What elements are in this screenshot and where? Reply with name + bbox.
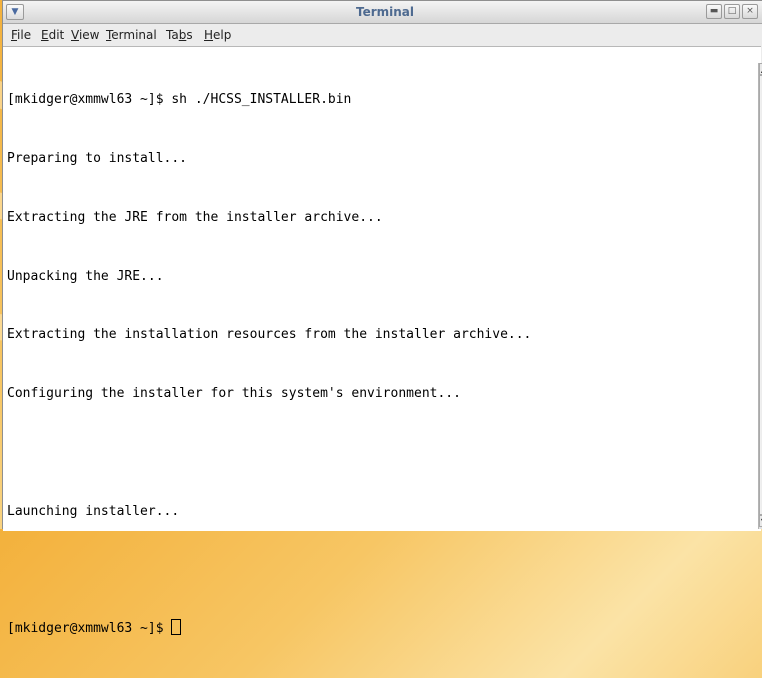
terminal-prompt: [mkidger@xmmwl63 ~]$ <box>7 621 172 637</box>
menu-terminal[interactable]: Terminal <box>106 28 157 42</box>
terminal-prompt-line: [mkidger@xmmwl63 ~]$ <box>7 619 745 639</box>
maximize-button[interactable]: □ <box>724 4 740 19</box>
terminal-window: ▼ Terminal ▬ □ × File Edit View Terminal… <box>2 0 762 636</box>
terminal-line: Configuring the installer for this syste… <box>7 386 461 402</box>
terminal-output: [mkidger@xmmwl63 ~]$ sh ./HCSS_INSTALLER… <box>7 51 745 678</box>
vertical-scrollbar[interactable]: ▲ ▼ <box>758 63 762 529</box>
title-bar[interactable]: ▼ Terminal ▬ □ × <box>3 1 762 24</box>
window-title: Terminal <box>355 5 415 19</box>
text-cursor <box>171 619 182 636</box>
terminal-line: Preparing to install... <box>7 150 188 166</box>
menu-file[interactable]: File <box>11 28 31 42</box>
menu-view[interactable]: View <box>71 28 99 42</box>
terminal-line: Extracting the installation resources fr… <box>7 327 532 343</box>
terminal-line: Unpacking the JRE... <box>7 268 164 284</box>
close-button[interactable]: × <box>742 4 758 19</box>
menu-help[interactable]: Help <box>204 28 231 42</box>
menu-edit[interactable]: Edit <box>41 28 64 42</box>
menu-tabs[interactable]: Tabs <box>166 28 193 42</box>
minimize-button[interactable]: ▬ <box>706 4 722 19</box>
terminal-line: Extracting the JRE from the installer ar… <box>7 209 383 225</box>
terminal-line: Launching installer... <box>7 503 180 519</box>
menu-bar: File Edit View Terminal Tabs Help <box>3 24 762 46</box>
terminal-line: [mkidger@xmmwl63 ~]$ sh ./HCSS_INSTALLER… <box>7 92 352 108</box>
terminal-output-area[interactable]: [mkidger@xmmwl63 ~]$ sh ./HCSS_INSTALLER… <box>3 46 761 636</box>
